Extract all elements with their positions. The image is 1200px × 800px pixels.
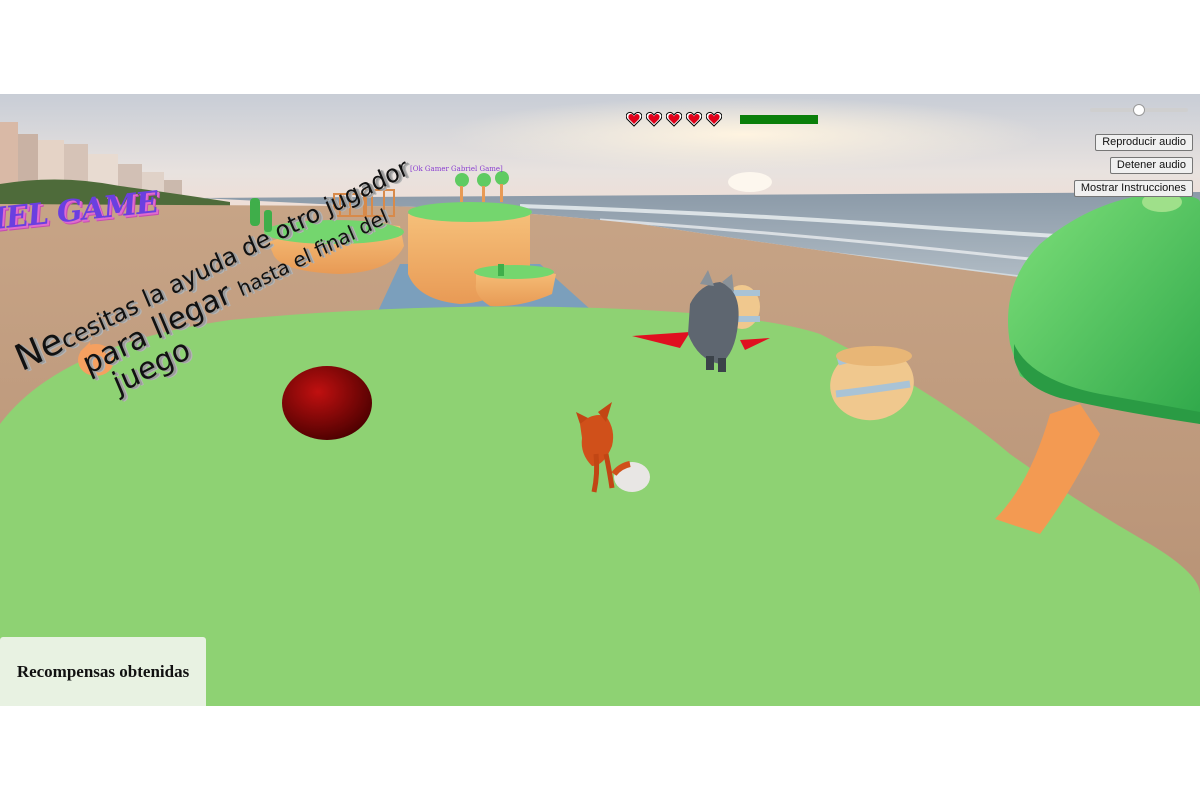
- game-scene: [0, 94, 1200, 706]
- heart-icon: [666, 111, 682, 127]
- red-ball: [282, 366, 372, 440]
- heart-icon: [626, 111, 642, 127]
- heart-icon: [706, 111, 722, 127]
- volume-thumb[interactable]: [1133, 104, 1145, 116]
- heart-icon: [646, 111, 662, 127]
- sun: [728, 172, 772, 192]
- game-viewport[interactable]: IEL GAME [Ok Gamer Gabriel Game] Necesit…: [0, 94, 1200, 706]
- hearts-container: [626, 111, 722, 127]
- rewards-label: Recompensas obtenidas: [16, 661, 190, 681]
- health-bar: [740, 114, 818, 124]
- hud: [626, 110, 818, 128]
- player-name-tag: [Ok Gamer Gabriel Game]: [410, 165, 503, 173]
- play-audio-button[interactable]: Reproducir audio: [1095, 134, 1193, 151]
- volume-slider[interactable]: [1090, 104, 1188, 116]
- stop-audio-button[interactable]: Detener audio: [1109, 157, 1193, 174]
- rewards-panel: Recompensas obtenidas: [0, 637, 206, 706]
- show-instructions-button[interactable]: Mostrar Instrucciones: [1073, 180, 1193, 197]
- heart-icon: [686, 111, 702, 127]
- health-bar-fill: [740, 114, 818, 124]
